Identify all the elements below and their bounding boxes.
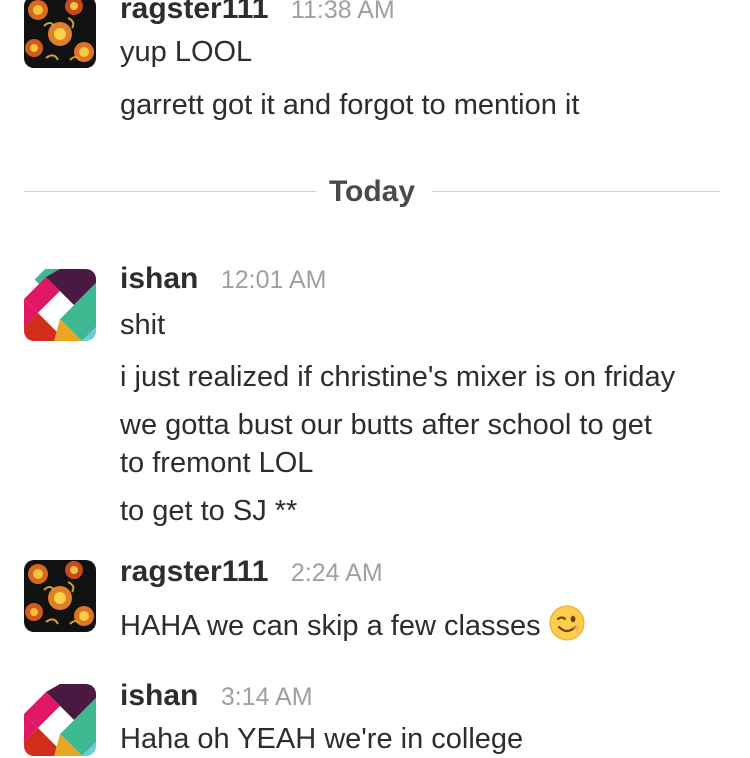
- slack-logo-avatar[interactable]: [24, 269, 96, 341]
- timestamp[interactable]: 3:14 AM: [221, 683, 313, 711]
- message-text: to get to SJ **: [120, 495, 298, 527]
- timestamp[interactable]: 12:01 AM: [221, 266, 327, 294]
- floral-avatar[interactable]: [24, 560, 96, 632]
- message-header: ishan 3:14 AM: [120, 679, 313, 713]
- floral-avatar[interactable]: [24, 0, 96, 68]
- message-text: HAHA we can skip a few classes: [120, 605, 585, 645]
- message-header: ishan 12:01 AM: [120, 262, 326, 296]
- timestamp[interactable]: 2:24 AM: [291, 559, 383, 587]
- message-text: yup LOOL: [120, 36, 253, 68]
- timestamp[interactable]: 11:38 AM: [291, 0, 395, 24]
- message-text: Haha oh YEAH we're in college: [120, 723, 524, 755]
- message-text: i just realized if christine's mixer is …: [120, 361, 676, 393]
- divider-label: Today: [316, 175, 428, 208]
- day-divider: Today: [24, 172, 720, 212]
- username[interactable]: ragster111: [120, 555, 268, 588]
- message-text: shit: [120, 309, 166, 341]
- message-header: ragster111 11:38 AM: [120, 0, 395, 26]
- username[interactable]: ragster111: [120, 0, 268, 25]
- message-text-content: HAHA we can skip a few classes: [120, 610, 541, 642]
- winking-face-emoji: [549, 605, 585, 641]
- message-header: ragster111 2:24 AM: [120, 555, 383, 589]
- username[interactable]: ishan: [120, 262, 198, 295]
- message-text: to fremont LOL: [120, 447, 314, 479]
- message-text: garrett got it and forgot to mention it: [120, 89, 580, 121]
- slack-logo-avatar[interactable]: [24, 684, 96, 756]
- message-text: we gotta bust our butts after school to …: [120, 409, 652, 441]
- username[interactable]: ishan: [120, 679, 198, 712]
